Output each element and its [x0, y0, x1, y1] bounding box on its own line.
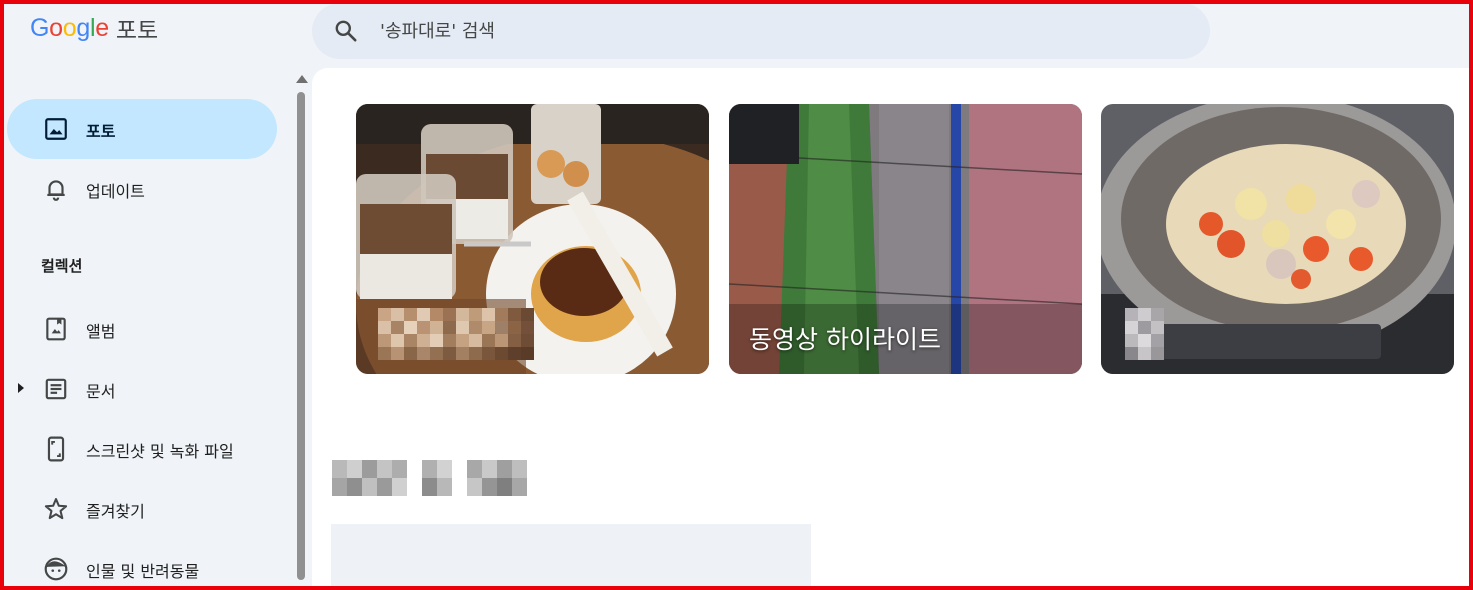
album-icon	[46, 317, 66, 341]
sidebar-item-screenshots[interactable]: 스크린샷 및 녹화 파일	[7, 419, 277, 479]
memory-card[interactable]	[1101, 104, 1454, 374]
google-wordmark: Google	[30, 13, 109, 42]
blurred-title	[1125, 308, 1164, 360]
document-icon	[45, 378, 67, 400]
photo-icon	[45, 118, 67, 140]
screenshot-icon	[47, 436, 65, 462]
sidebar-item-favorites[interactable]: 즐겨찾기	[7, 479, 277, 539]
google-photos-logo[interactable]: Google 포토	[30, 12, 159, 45]
sidebar-item-label: 즐겨찾기	[86, 502, 145, 521]
date-heading-blurred	[332, 460, 527, 496]
memory-card[interactable]	[356, 104, 709, 374]
sidebar-item-albums[interactable]: 앨범	[7, 299, 277, 359]
blurred-title	[378, 308, 534, 360]
face-icon	[44, 557, 68, 581]
scrollbar-thumb[interactable]	[297, 92, 305, 580]
collections-heading: 컬렉션	[41, 257, 83, 275]
star-icon	[44, 498, 68, 520]
sidebar-item-updates[interactable]: 업데이트	[7, 159, 277, 219]
bell-icon	[47, 180, 65, 201]
memory-card-title: 동영상 하이라이트	[749, 325, 941, 354]
search-bar[interactable]	[312, 3, 1210, 59]
sidebar-item-label: 포토	[86, 122, 116, 141]
product-name: 포토	[115, 18, 159, 44]
sidebar-item-label: 업데이트	[86, 182, 145, 201]
search-input[interactable]	[380, 17, 1180, 45]
sidebar-item-label: 앨범	[86, 322, 116, 341]
memory-card[interactable]: 동영상 하이라이트	[729, 104, 1082, 374]
sidebar-item-label: 인물 및 반려동물	[86, 562, 200, 581]
sidebar-item-label: 스크린샷 및 녹화 파일	[86, 442, 234, 461]
scroll-up-arrow-icon[interactable]	[296, 75, 308, 83]
sidebar-item-photos[interactable]: 포토	[7, 99, 277, 159]
photo-grid-main: 동영상 하이라이트	[312, 68, 1469, 588]
sidebar-item-people-pets[interactable]: 인물 및 반려동물	[7, 539, 277, 590]
photo-thumbnail-placeholder[interactable]	[331, 524, 811, 588]
sidebar-item-documents[interactable]: 문서	[7, 359, 277, 419]
search-icon[interactable]	[333, 18, 359, 44]
sidebar-item-label: 문서	[86, 382, 116, 401]
